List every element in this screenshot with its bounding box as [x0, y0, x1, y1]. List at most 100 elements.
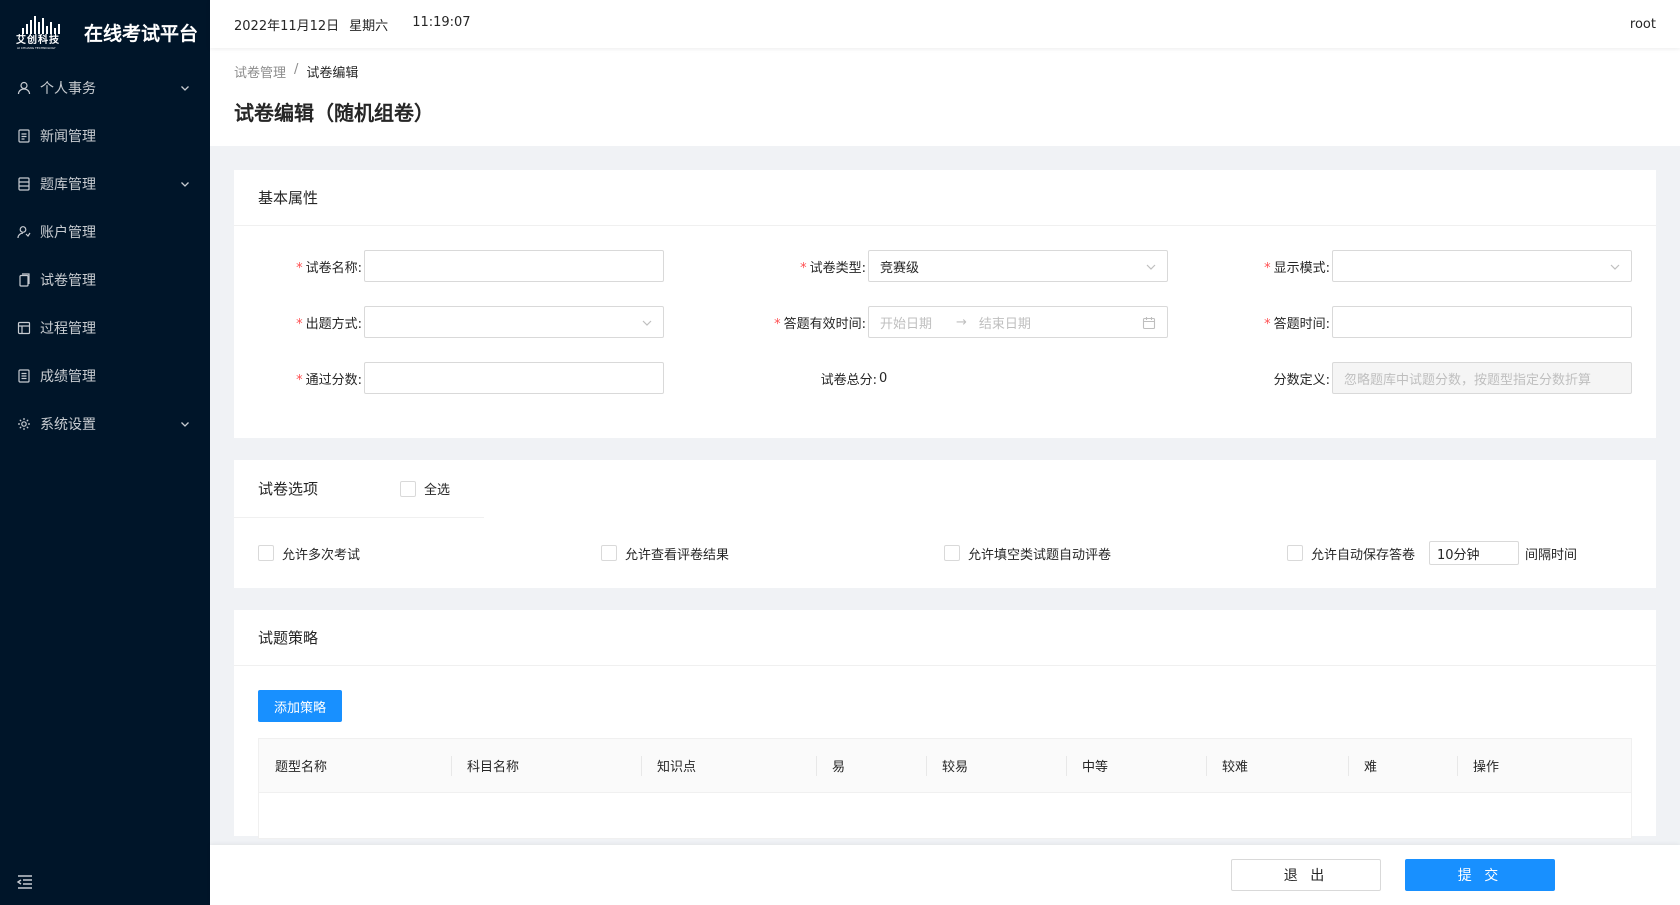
page-header: 试卷管理 / 试卷编辑 试卷编辑（随机组卷）: [210, 48, 1680, 146]
sidebar-item-personal[interactable]: 个人事务: [0, 64, 210, 112]
sidebar-item-label: 试卷管理: [40, 273, 96, 289]
top-header: 2022年11月12日 星期六 11:19:07 root: [210, 0, 1680, 48]
option-label: 允许多次考试: [282, 547, 361, 563]
app-title: 在线考试平台: [84, 22, 199, 45]
database-icon: [16, 176, 32, 192]
footer-bar: 退 出 提 交: [210, 845, 1680, 905]
checkbox[interactable]: [944, 545, 960, 561]
score-definition-input: 忽略题库中试题分数，按题型指定分数折算: [1332, 362, 1632, 394]
header-time: 11:19:07: [412, 14, 471, 30]
question-method-select[interactable]: [364, 306, 664, 338]
user-icon: [16, 80, 32, 96]
valid-time-range-picker[interactable]: 开始日期 → 结束日期: [868, 306, 1168, 338]
menu-fold-icon[interactable]: [16, 873, 34, 891]
sidebar-item-label: 题库管理: [40, 177, 96, 193]
checkbox[interactable]: [258, 545, 274, 561]
column-header: 较易: [926, 739, 1066, 792]
sidebar-item-accounts[interactable]: 账户管理: [0, 208, 210, 256]
account-icon: [16, 224, 32, 240]
chevron-down-icon: [181, 422, 189, 427]
pass-score-input[interactable]: [364, 362, 664, 394]
option-auto-grade-fill[interactable]: 允许填空类试题自动评卷: [944, 544, 1287, 563]
sidebar-item-label: 新闻管理: [40, 129, 96, 145]
select-all-checkbox[interactable]: 全选: [400, 479, 450, 498]
required-mark: *: [296, 260, 303, 276]
answer-time-label: 答题时间:: [1273, 316, 1330, 332]
news-icon: [16, 128, 32, 144]
strategy-table: 题型名称 科目名称 知识点 易 较易 中等 较难 难 操作: [258, 738, 1632, 839]
breadcrumb-parent[interactable]: 试卷管理: [234, 62, 286, 81]
sidebar-item-scores[interactable]: 成绩管理: [0, 352, 210, 400]
sidebar-item-papers[interactable]: 试卷管理: [0, 256, 210, 304]
logo-text: 艾创科技: [16, 35, 60, 46]
sidebar-item-label: 个人事务: [40, 81, 96, 97]
valid-time-label: 答题有效时间:: [783, 316, 866, 332]
card-title: 试卷选项: [258, 480, 319, 498]
logo: 艾创科技 AI CHUANG TECHNOLOGY 在线考试平台: [0, 0, 210, 64]
process-icon: [16, 320, 32, 336]
card-title: 试题策略: [234, 610, 1656, 666]
paper-type-select[interactable]: 竞赛级: [868, 250, 1168, 282]
required-mark: *: [296, 316, 303, 332]
user-menu[interactable]: root: [1630, 17, 1656, 32]
chevron-down-icon: [1146, 264, 1156, 270]
display-mode-label: 显示模式:: [1273, 260, 1330, 276]
table-header: 题型名称 科目名称 知识点 易 较易 中等 较难 难 操作: [259, 739, 1631, 793]
column-header: 科目名称: [451, 739, 641, 792]
interval-suffix-label: 间隔时间: [1525, 547, 1578, 563]
question-strategy-card: 试题策略 添加策略 题型名称 科目名称 知识点 易 较易 中等 较难 难 操作: [234, 610, 1656, 839]
breadcrumb-separator: /: [294, 62, 299, 77]
paper-name-label: 试卷名称:: [305, 260, 362, 276]
display-mode-select[interactable]: [1332, 250, 1632, 282]
column-header: 知识点: [641, 739, 816, 792]
start-date-input[interactable]: 开始日期: [880, 313, 932, 332]
end-date-input[interactable]: 结束日期: [979, 313, 1031, 332]
required-mark: *: [296, 372, 303, 388]
answer-time-input[interactable]: [1332, 306, 1632, 338]
option-auto-save[interactable]: 允许自动保存答卷 10分钟 间隔时间: [1287, 541, 1630, 565]
sidebar-item-question-bank[interactable]: 题库管理: [0, 160, 210, 208]
sidebar-item-settings[interactable]: 系统设置: [0, 400, 210, 448]
page-title: 试卷编辑（随机组卷）: [234, 101, 434, 125]
option-multiple-exams[interactable]: 允许多次考试: [258, 544, 601, 563]
basic-form: * 试卷名称: * 试卷类型: 竞赛级 * 显示模式: * 出题方式: * 答题…: [234, 226, 1656, 438]
question-method-label: 出题方式:: [305, 316, 362, 332]
logo-mark-icon: 艾创科技 AI CHUANG TECHNOLOGY: [16, 14, 70, 50]
checkbox[interactable]: [601, 545, 617, 561]
paper-type-value: 竞赛级: [880, 260, 920, 276]
header-weekday: 星期六: [349, 18, 389, 34]
chevron-down-icon: [181, 86, 189, 91]
submit-button[interactable]: 提 交: [1405, 859, 1555, 891]
chevron-down-icon: [1610, 264, 1620, 270]
required-mark: *: [800, 260, 807, 276]
chevron-down-icon: [181, 182, 189, 187]
sidebar-item-process[interactable]: 过程管理: [0, 304, 210, 352]
chevron-down-icon: [642, 320, 652, 326]
total-score-label: 试卷总分:: [820, 372, 877, 388]
save-interval-input[interactable]: 10分钟: [1429, 541, 1520, 565]
exit-button[interactable]: 退 出: [1231, 859, 1381, 891]
header-datetime: 2022年11月12日 星期六 11:19:07: [234, 15, 471, 34]
paper-icon: [16, 272, 32, 288]
paper-name-input[interactable]: [364, 250, 664, 282]
breadcrumb: 试卷管理 / 试卷编辑: [234, 62, 1656, 81]
option-view-results[interactable]: 允许查看评卷结果: [601, 544, 944, 563]
required-mark: *: [1264, 316, 1271, 332]
column-header: 中等: [1066, 739, 1206, 792]
logo-subtext: AI CHUANG TECHNOLOGY: [17, 46, 56, 50]
required-mark: *: [1264, 260, 1271, 276]
column-header: 易: [816, 739, 926, 792]
sidebar-item-label: 系统设置: [40, 417, 96, 433]
sidebar-item-news[interactable]: 新闻管理: [0, 112, 210, 160]
score-icon: [16, 368, 32, 384]
add-strategy-button[interactable]: 添加策略: [258, 690, 343, 722]
arrow-right-icon: →: [956, 314, 967, 330]
option-label: 允许查看评卷结果: [625, 547, 730, 563]
checkbox[interactable]: [400, 480, 416, 497]
header-date: 2022年11月12日: [234, 18, 340, 34]
column-header: 题型名称: [275, 760, 328, 775]
checkbox[interactable]: [1287, 545, 1303, 561]
main-content: 基本属性 * 试卷名称: * 试卷类型: 竞赛级 * 显示模式: * 出题方式:…: [234, 170, 1656, 858]
sidebar: 艾创科技 AI CHUANG TECHNOLOGY 在线考试平台 个人事务 新闻…: [0, 0, 210, 905]
calendar-icon: [1142, 317, 1156, 330]
